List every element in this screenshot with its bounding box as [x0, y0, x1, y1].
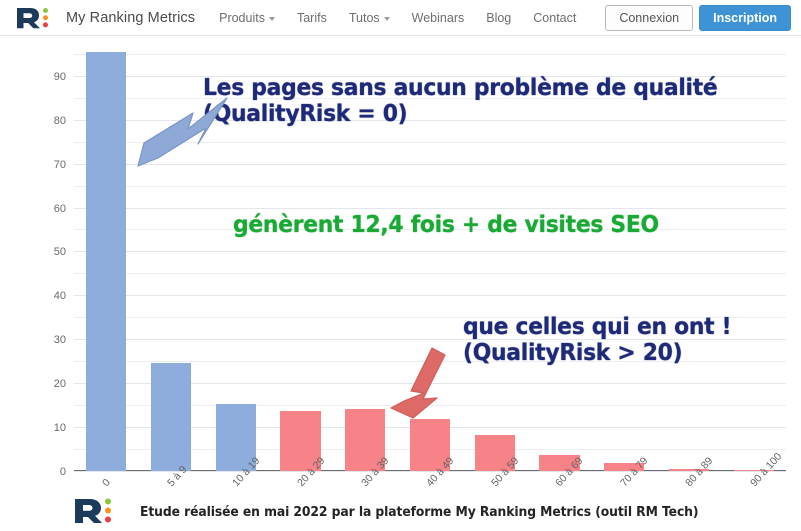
- nav-item-tutos-label: Tutos: [348, 10, 380, 25]
- annotation-top: Les pages sans aucun problème de qualité…: [203, 73, 718, 128]
- brand-logo-link[interactable]: My Ranking Metrics: [14, 0, 195, 36]
- footer: Etude réalisée en mai 2022 par la platef…: [0, 493, 801, 531]
- red-arrow-icon: [390, 347, 446, 419]
- nav-links: Produits Tarifs Tutos Webinars Blog Cont…: [219, 11, 576, 25]
- y-axis-tick-label: 70: [53, 158, 66, 171]
- y-axis-tick-label: 40: [53, 290, 66, 303]
- footer-r-logo-icon: [72, 495, 118, 529]
- chevron-down-icon: [268, 16, 275, 21]
- r-logo-icon: [14, 5, 54, 31]
- footer-caption: Etude réalisée en mai 2022 par la platef…: [140, 504, 699, 520]
- gridline-minor: [74, 53, 786, 55]
- gridline-minor: [74, 273, 786, 275]
- y-axis-tick-label: 10: [53, 422, 66, 435]
- brand-name: My Ranking Metrics: [66, 9, 196, 26]
- y-axis-tick-label: 60: [53, 202, 66, 215]
- nav-item-produits-label: Produits: [219, 10, 265, 25]
- nav-item-tarifs[interactable]: Tarifs: [297, 11, 327, 25]
- nav-item-tutos[interactable]: Tutos: [349, 11, 390, 25]
- y-axis-tick-label: 20: [53, 378, 66, 391]
- login-button[interactable]: Connexion: [605, 5, 694, 31]
- signup-button[interactable]: Inscription: [699, 5, 791, 31]
- chart-container: 0 10 20 30 40 50 60 70 80 90 0 5 à 9 10 à 19 20 à 29 3…: [0, 36, 801, 493]
- gridline-major: [74, 251, 786, 253]
- nav-item-produits[interactable]: Produits: [219, 11, 275, 25]
- y-axis-tick-label: 50: [53, 246, 66, 259]
- nav-item-blog[interactable]: Blog: [486, 11, 511, 25]
- top-navbar: My Ranking Metrics Produits Tarifs Tutos…: [0, 0, 801, 36]
- chart-bar[interactable]: [86, 51, 127, 471]
- chevron-down-icon: [383, 16, 390, 21]
- nav-item-contact[interactable]: Contact: [533, 11, 576, 25]
- chart-bar[interactable]: [151, 363, 192, 471]
- gridline-major: [74, 207, 786, 209]
- y-axis-tick-label: 0: [59, 466, 66, 478]
- y-axis-tick-label: 80: [53, 114, 66, 127]
- gridline-major: [74, 295, 786, 297]
- page-root: My Ranking Metrics Produits Tarifs Tutos…: [0, 0, 801, 531]
- x-axis-tick-label: 0: [100, 476, 114, 490]
- annotation-bottom: que celles qui en ont ! (QualityRisk > 2…: [463, 312, 732, 367]
- gridline-minor: [74, 185, 786, 187]
- nav-item-webinars[interactable]: Webinars: [412, 11, 465, 25]
- blue-arrow-icon: [137, 97, 228, 167]
- y-axis-tick-label: 30: [53, 334, 66, 347]
- nav-actions: Connexion Inscription: [605, 5, 791, 31]
- y-axis-tick-label: 90: [53, 70, 66, 83]
- annotation-middle: génèrent 12,4 fois + de visites SEO: [233, 210, 659, 238]
